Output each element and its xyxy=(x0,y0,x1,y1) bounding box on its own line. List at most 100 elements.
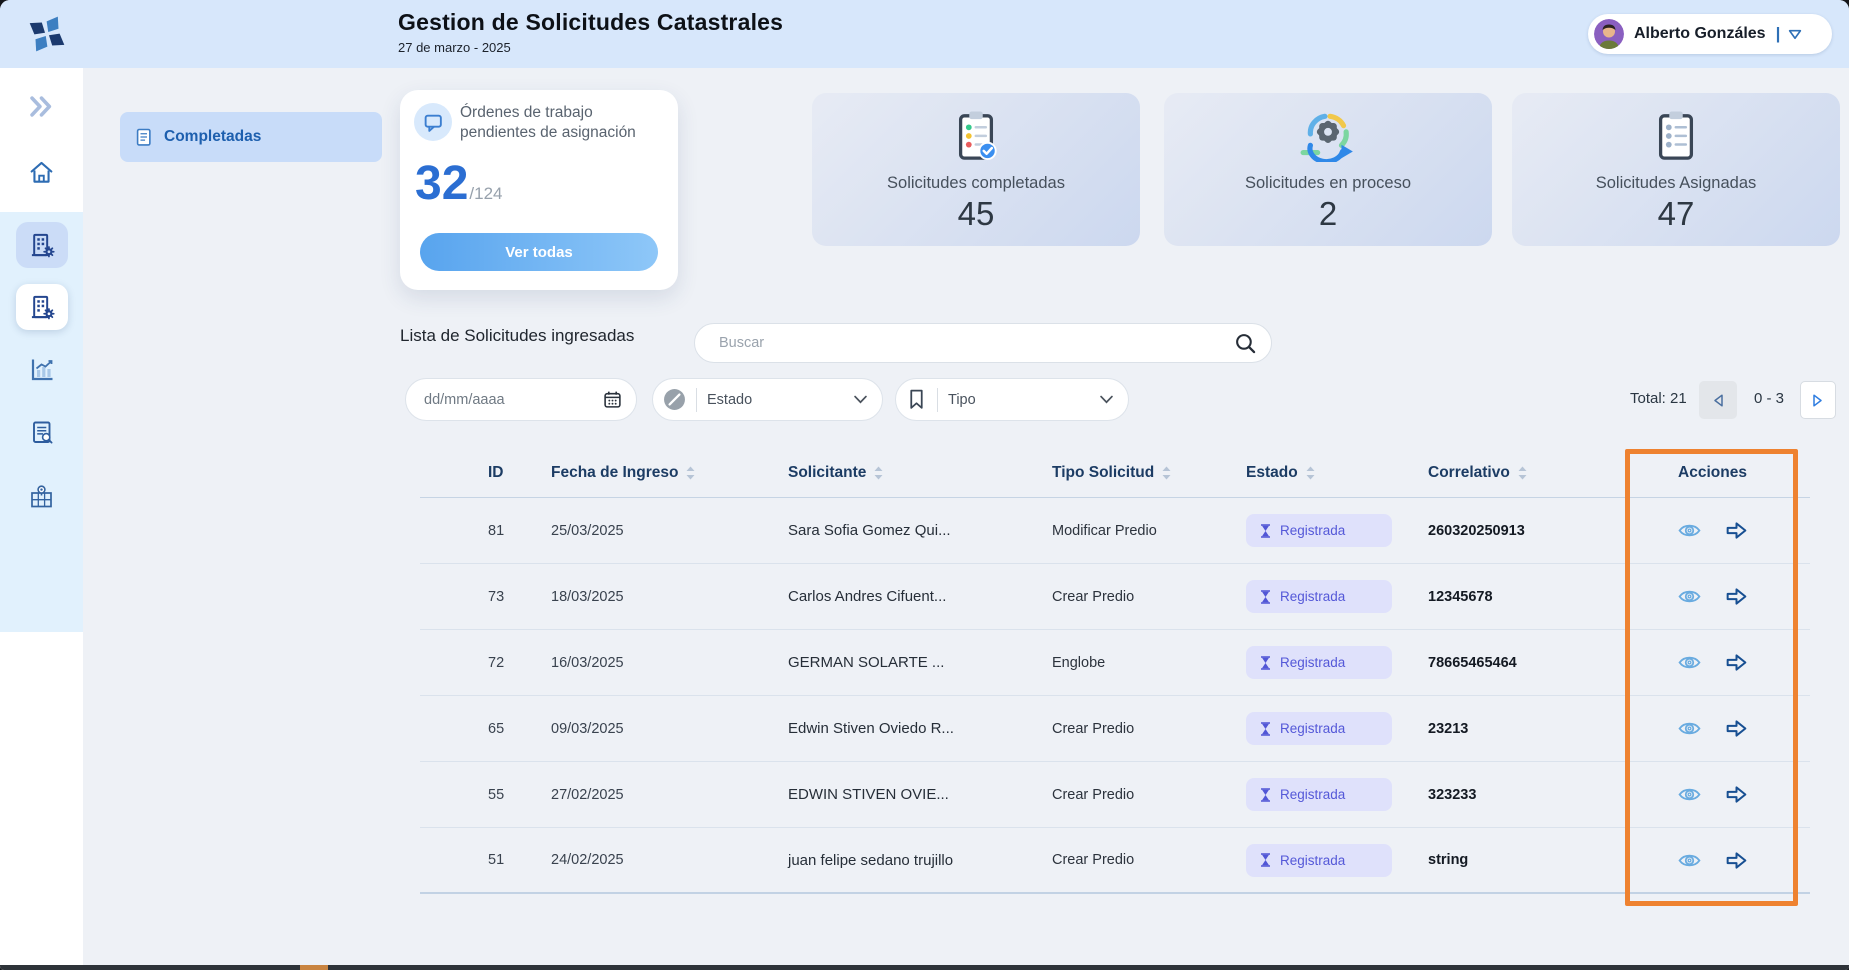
reports-icon[interactable] xyxy=(0,356,83,383)
view-button[interactable] xyxy=(1677,584,1702,609)
forward-button[interactable] xyxy=(1724,782,1749,807)
column-header-tipo-solicitud[interactable]: Tipo Solicitud xyxy=(1052,464,1246,482)
hourglass-icon xyxy=(1260,722,1271,736)
cell-fecha-ingreso: 27/02/2025 xyxy=(551,787,788,803)
view-button[interactable] xyxy=(1677,650,1702,675)
stat-card-completadas: Solicitudes completadas 45 xyxy=(812,93,1140,246)
cell-fecha-ingreso: 25/03/2025 xyxy=(551,523,788,539)
column-header-label: Acciones xyxy=(1678,464,1747,482)
cell-solicitante: Sara Sofia Gomez Qui... xyxy=(788,522,1052,539)
column-header-solicitante[interactable]: Solicitante xyxy=(788,464,1052,482)
cell-tipo-solicitud: Crear Predio xyxy=(1052,721,1246,737)
estado-filter-select[interactable]: Estado xyxy=(652,378,883,421)
cell-solicitante: Carlos Andres Cifuent... xyxy=(788,588,1052,605)
cell-acciones xyxy=(1627,848,1798,873)
pending-orders-card: Órdenes de trabajo pendientes de asignac… xyxy=(400,90,678,290)
cell-correlativo: string xyxy=(1428,852,1627,868)
cell-id: 73 xyxy=(488,589,551,605)
divider xyxy=(696,388,697,412)
sort-icon[interactable] xyxy=(874,466,883,480)
cell-estado: Registrada xyxy=(1246,778,1428,811)
status-badge: Registrada xyxy=(1246,844,1392,877)
tipo-filter-select[interactable]: Tipo xyxy=(895,378,1129,421)
sort-icon[interactable] xyxy=(1162,466,1171,480)
prev-page-icon xyxy=(1712,393,1724,408)
forward-button[interactable] xyxy=(1724,848,1749,873)
stat-value: 47 xyxy=(1658,195,1695,233)
pending-orders-count: 32 /124 xyxy=(415,156,502,212)
app-window: Gestion de Solicitudes Catastrales 27 de… xyxy=(0,0,1849,970)
column-header-label: Correlativo xyxy=(1428,464,1510,482)
view-button[interactable] xyxy=(1677,716,1702,741)
table-row: 72 16/03/2025 GERMAN SOLARTE ... Englobe… xyxy=(420,630,1810,696)
cell-solicitante: juan felipe sedano trujillo xyxy=(788,852,1052,869)
bottom-edge-notch xyxy=(300,965,328,970)
view-button[interactable] xyxy=(1677,518,1702,543)
table-row: 51 24/02/2025 juan felipe sedano trujill… xyxy=(420,828,1810,894)
sort-icon[interactable] xyxy=(1518,466,1527,480)
stat-value: 2 xyxy=(1319,195,1337,233)
user-dropdown-icon[interactable] xyxy=(1788,29,1802,40)
status-badge-label: Registrada xyxy=(1280,589,1345,604)
forward-icon xyxy=(1724,782,1749,807)
user-separator: | xyxy=(1776,24,1781,44)
logo-icon xyxy=(26,13,68,55)
stat-card-asignadas: Solicitudes Asignadas 47 xyxy=(1512,93,1840,246)
ver-todas-button[interactable]: Ver todas xyxy=(420,233,658,271)
cell-acciones xyxy=(1627,584,1798,609)
pending-count: 32 xyxy=(415,156,468,212)
hourglass-icon xyxy=(1260,853,1271,867)
eye-icon xyxy=(1677,518,1702,543)
next-page-button[interactable] xyxy=(1800,381,1836,419)
clipboard-list-icon xyxy=(1651,107,1701,165)
forward-button[interactable] xyxy=(1724,716,1749,741)
home-icon[interactable] xyxy=(0,159,83,185)
hourglass-icon xyxy=(1260,656,1271,670)
page-title: Gestion de Solicitudes Catastrales xyxy=(398,9,783,36)
forward-icon xyxy=(1724,650,1749,675)
view-button[interactable] xyxy=(1677,782,1702,807)
sidebar-item-solicitudes-admin[interactable] xyxy=(16,222,68,268)
calendar-icon[interactable] xyxy=(603,390,622,409)
forward-icon xyxy=(1724,584,1749,609)
status-badge-label: Registrada xyxy=(1280,787,1345,802)
prev-page-button[interactable] xyxy=(1699,381,1737,419)
map-icon[interactable] xyxy=(0,484,83,511)
review-doc-icon[interactable] xyxy=(0,420,83,446)
status-badge-label: Registrada xyxy=(1280,853,1345,868)
forward-button[interactable] xyxy=(1724,584,1749,609)
search-bar xyxy=(694,323,1272,363)
cell-tipo-solicitud: Crear Predio xyxy=(1052,589,1246,605)
tipo-filter-icon xyxy=(906,388,927,411)
column-header-fecha-de-ingreso[interactable]: Fecha de Ingreso xyxy=(551,464,788,482)
column-header-estado[interactable]: Estado xyxy=(1246,464,1428,482)
cell-tipo-solicitud: Crear Predio xyxy=(1052,852,1246,868)
user-menu[interactable]: Alberto Gonzáles | xyxy=(1588,14,1832,54)
hourglass-icon xyxy=(1260,788,1271,802)
sort-icon[interactable] xyxy=(686,466,695,480)
search-input[interactable] xyxy=(719,335,1234,351)
estado-filter-label: Estado xyxy=(707,392,752,408)
view-button[interactable] xyxy=(1677,848,1702,873)
cell-id: 55 xyxy=(488,787,551,803)
search-icon[interactable] xyxy=(1234,332,1257,355)
sidebar xyxy=(0,68,83,970)
chevron-down-icon xyxy=(854,395,867,404)
date-filter[interactable]: dd/mm/aaaa xyxy=(405,378,637,421)
clipboard-check-icon xyxy=(951,107,1001,165)
collapse-sidebar-icon[interactable] xyxy=(0,96,83,117)
cell-acciones xyxy=(1627,716,1798,741)
status-badge: Registrada xyxy=(1246,778,1392,811)
sidebar-item-solicitudes-manage[interactable] xyxy=(16,284,68,330)
column-header-label: Solicitante xyxy=(788,464,866,482)
sort-icon[interactable] xyxy=(1306,466,1315,480)
hourglass-icon xyxy=(1260,590,1271,604)
column-header-correlativo[interactable]: Correlativo xyxy=(1428,464,1627,482)
forward-button[interactable] xyxy=(1724,518,1749,543)
stat-value: 45 xyxy=(958,195,995,233)
column-header-label: Tipo Solicitud xyxy=(1052,464,1154,482)
cell-tipo-solicitud: Crear Predio xyxy=(1052,787,1246,803)
cell-acciones xyxy=(1627,650,1798,675)
completadas-filter-button[interactable]: Completadas xyxy=(120,112,382,162)
forward-button[interactable] xyxy=(1724,650,1749,675)
